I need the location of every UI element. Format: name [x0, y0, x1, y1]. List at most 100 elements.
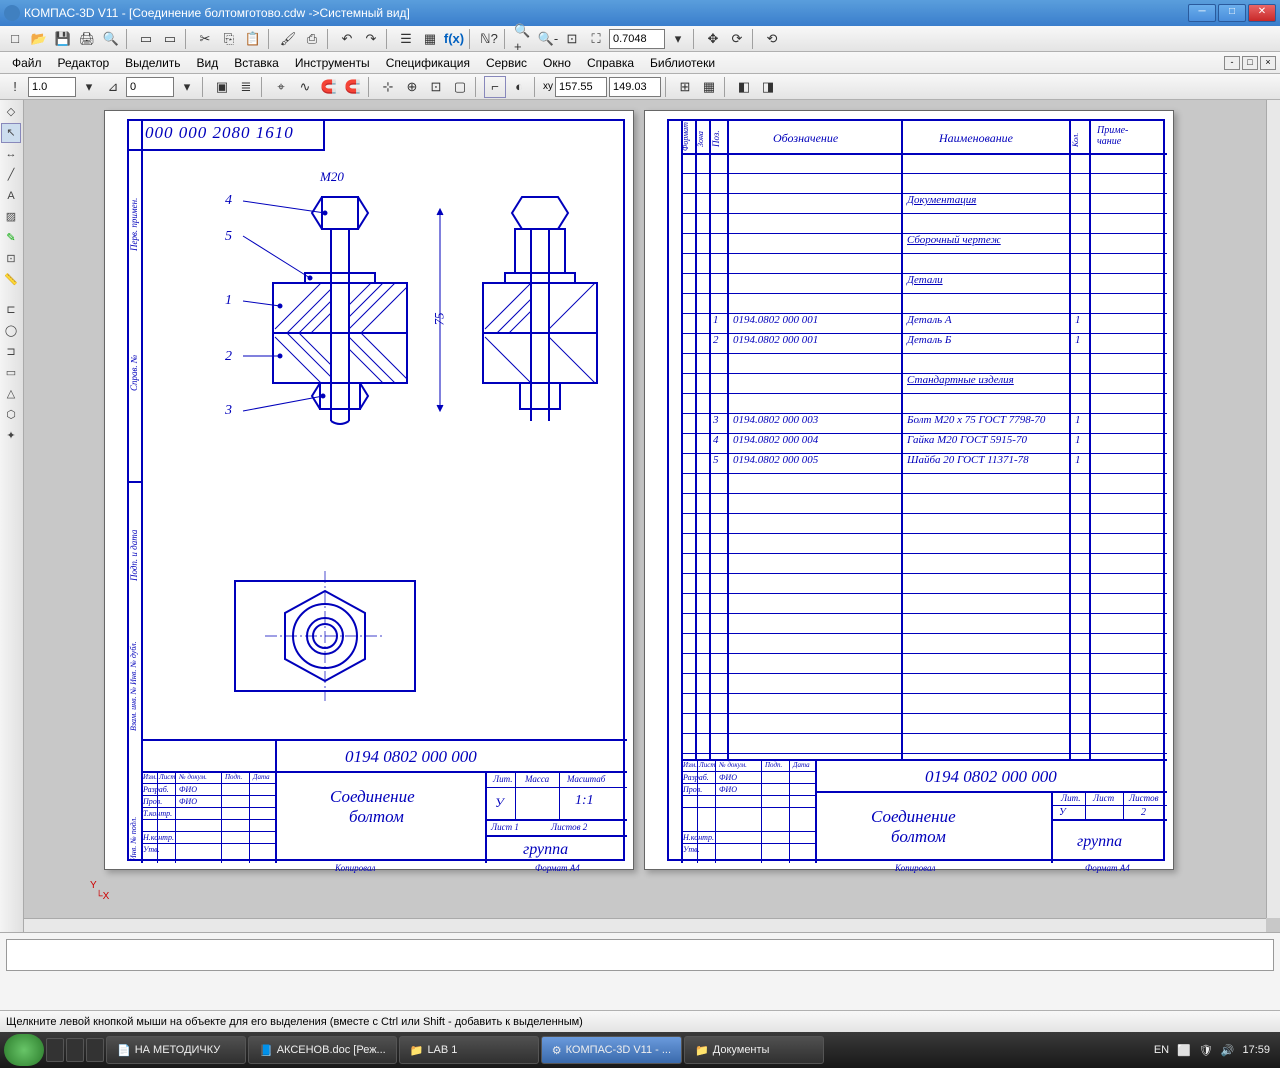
lt-hatch-icon[interactable]: ▨	[1, 207, 21, 227]
mdi-close[interactable]: ×	[1260, 56, 1276, 70]
zoom-fit-icon[interactable]: ⛶	[585, 28, 607, 50]
lt-t4-icon[interactable]: ▭	[1, 363, 21, 383]
task-item[interactable]: 📁 Документы	[684, 1036, 824, 1064]
lt-t6-icon[interactable]: ⬡	[1, 405, 21, 425]
lt-edit-icon[interactable]: ✎	[1, 228, 21, 248]
cut-icon[interactable]: ✂	[194, 28, 216, 50]
lt-t1-icon[interactable]: ⊏	[1, 300, 21, 320]
ortho-icon[interactable]: ⌐	[484, 76, 506, 98]
task-item[interactable]: 📄 НА МЕТОДИЧКУ	[106, 1036, 246, 1064]
copy-icon[interactable]: ⎘	[218, 28, 240, 50]
preview-icon[interactable]: 🔍	[100, 28, 122, 50]
scrollbar-vertical[interactable]	[1266, 100, 1280, 918]
refresh-icon[interactable]: ⟲	[761, 28, 783, 50]
task-item[interactable]: 📘 АКСЕНОВ.doc [Реж...	[248, 1036, 397, 1064]
round-icon[interactable]: ◐	[508, 76, 530, 98]
zoom-dropdown-icon[interactable]: ▾	[667, 28, 689, 50]
lt-cursor-icon[interactable]: ↖	[1, 123, 21, 143]
quick-desktop-icon[interactable]	[86, 1038, 104, 1062]
menu-file[interactable]: Файл	[4, 54, 50, 72]
pan-icon[interactable]: ✥	[702, 28, 724, 50]
sk1-icon[interactable]: ⊹	[377, 76, 399, 98]
tray-icon[interactable]: ⬜	[1177, 1044, 1191, 1057]
lt-geom-icon[interactable]: ◇	[1, 102, 21, 122]
scale1-dd[interactable]: ▾	[78, 76, 100, 98]
menu-insert[interactable]: Вставка	[226, 54, 287, 72]
coord-x[interactable]	[555, 77, 607, 97]
mdi-minimize[interactable]: -	[1224, 56, 1240, 70]
quick-explorer-icon[interactable]	[66, 1038, 84, 1062]
zoom-win-icon[interactable]: ⊡	[561, 28, 583, 50]
menu-window[interactable]: Окно	[535, 54, 579, 72]
menu-select[interactable]: Выделить	[117, 54, 188, 72]
state-icon[interactable]: ▣	[211, 76, 233, 98]
menu-libs[interactable]: Библиотеки	[642, 54, 723, 72]
snap3-icon[interactable]: 🧲	[318, 76, 340, 98]
coord-y[interactable]	[609, 77, 661, 97]
tray-icon[interactable]: 🔊	[1221, 1044, 1235, 1057]
snap1-icon[interactable]: ⌖	[270, 76, 292, 98]
scrollbar-horizontal[interactable]	[24, 918, 1266, 932]
minimize-button[interactable]: ─	[1188, 4, 1216, 22]
lt-t7-icon[interactable]: ✦	[1, 426, 21, 446]
lt-line-icon[interactable]: ╱	[1, 165, 21, 185]
rotate-icon[interactable]: ⟳	[726, 28, 748, 50]
quick-ie-icon[interactable]	[46, 1038, 64, 1062]
props-icon[interactable]: ⎙	[301, 28, 323, 50]
canvas-area[interactable]: 000 000 2080 1610 Перв. примен. Справ. №…	[24, 100, 1280, 932]
tree-icon[interactable]: ☰	[395, 28, 417, 50]
mdi-restore[interactable]: □	[1242, 56, 1258, 70]
zoom-in-icon[interactable]: 🔍+	[513, 28, 535, 50]
vars-icon[interactable]: f(x)	[443, 28, 465, 50]
lt-param-icon[interactable]: ⊡	[1, 249, 21, 269]
lt-t2-icon[interactable]: ◯	[1, 321, 21, 341]
menu-help[interactable]: Справка	[579, 54, 642, 72]
task-item[interactable]: ⚙ КОМПАС-3D V11 - ...	[541, 1036, 682, 1064]
menu-spec[interactable]: Спецификация	[378, 54, 478, 72]
grid2-icon[interactable]: ▦	[698, 76, 720, 98]
doc2-icon[interactable]: ▭	[159, 28, 181, 50]
tray-icon[interactable]: 🛡	[1199, 1044, 1213, 1057]
system-tray[interactable]: EN ⬜ 🛡 🔊 17:59	[1154, 1044, 1276, 1057]
sk2-icon[interactable]: ⊕	[401, 76, 423, 98]
undo-icon[interactable]: ↶	[336, 28, 358, 50]
maximize-button[interactable]: □	[1218, 4, 1246, 22]
doc1-icon[interactable]: ▭	[135, 28, 157, 50]
lt-meas-icon[interactable]: 📏	[1, 270, 21, 290]
lt-t5-icon[interactable]: △	[1, 384, 21, 404]
sk4-icon[interactable]: ▢	[449, 76, 471, 98]
menu-tools[interactable]: Инструменты	[287, 54, 378, 72]
menu-view[interactable]: Вид	[189, 54, 227, 72]
open-icon[interactable]: 📂	[28, 28, 50, 50]
zoom-input[interactable]	[609, 29, 665, 49]
redo-icon[interactable]: ↷	[360, 28, 382, 50]
misc2-icon[interactable]: ◨	[757, 76, 779, 98]
lt-text-icon[interactable]: A	[1, 186, 21, 206]
snap4-icon[interactable]: 🧲	[342, 76, 364, 98]
format-icon[interactable]: 🖌	[277, 28, 299, 50]
new-icon[interactable]: □	[4, 28, 26, 50]
snap2-icon[interactable]: ∿	[294, 76, 316, 98]
stop-icon[interactable]: !	[4, 76, 26, 98]
scale1-input[interactable]	[28, 77, 76, 97]
close-button[interactable]: ✕	[1248, 4, 1276, 22]
step-icon[interactable]: ⊿	[102, 76, 124, 98]
sk3-icon[interactable]: ⊡	[425, 76, 447, 98]
misc1-icon[interactable]: ◧	[733, 76, 755, 98]
print-icon[interactable]: 🖨	[76, 28, 98, 50]
start-button[interactable]	[4, 1034, 44, 1066]
paste-icon[interactable]: 📋	[242, 28, 264, 50]
grid1-icon[interactable]: ⊞	[674, 76, 696, 98]
layers-icon[interactable]: ≣	[235, 76, 257, 98]
manager-icon[interactable]: ▦	[419, 28, 441, 50]
menu-editor[interactable]: Редактор	[50, 54, 118, 72]
property-text[interactable]	[6, 939, 1274, 971]
scale2-input[interactable]	[126, 77, 174, 97]
help-icon[interactable]: ℕ?	[478, 28, 500, 50]
zoom-out-icon[interactable]: 🔍-	[537, 28, 559, 50]
menu-service[interactable]: Сервис	[478, 54, 535, 72]
scale2-dd[interactable]: ▾	[176, 76, 198, 98]
task-item[interactable]: 📁 LAB 1	[399, 1036, 539, 1064]
lt-dim-icon[interactable]: ↔	[1, 144, 21, 164]
lt-t3-icon[interactable]: ⊐	[1, 342, 21, 362]
